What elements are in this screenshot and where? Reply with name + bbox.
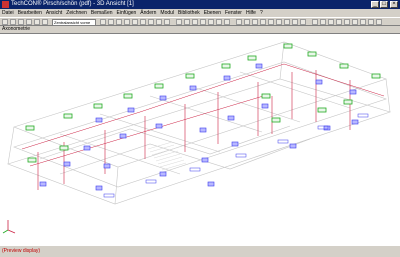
close-button[interactable]: × (390, 1, 398, 8)
extend-icon[interactable] (284, 19, 290, 25)
print-icon[interactable] (26, 19, 32, 25)
toolbar: Zentralansicht vorne (0, 17, 400, 26)
mirror-icon[interactable] (260, 19, 266, 25)
rectangle-icon[interactable] (192, 19, 198, 25)
drawing-canvas[interactable] (0, 33, 400, 245)
copy-icon[interactable] (244, 19, 250, 25)
zoom-in-icon[interactable] (100, 19, 106, 25)
redo-icon[interactable] (42, 19, 48, 25)
help-icon[interactable] (376, 19, 382, 25)
menu-bar: Datei Bearbeiten Ansicht Zeichnen Bemaßen Ein… (0, 9, 400, 17)
valve-icon[interactable] (344, 19, 350, 25)
stairs (147, 141, 187, 171)
menu-item-view[interactable]: Ansicht (44, 9, 64, 17)
title-bar: TechCON® Pirsch/schön (pdf) - 3D Ansicht… (0, 0, 400, 9)
delete-icon[interactable] (300, 19, 306, 25)
minimize-button[interactable]: _ (371, 1, 379, 8)
save-icon[interactable] (18, 19, 24, 25)
settings-icon[interactable] (368, 19, 374, 25)
text-icon[interactable] (216, 19, 222, 25)
fitting-icon[interactable] (336, 19, 342, 25)
building-frame (7, 41, 391, 205)
view-iso-icon[interactable] (164, 19, 170, 25)
layer-icon[interactable] (312, 19, 318, 25)
view-select[interactable]: Zentralansicht vorne (52, 19, 96, 26)
menu-item-modify[interactable]: Ändern (138, 9, 158, 17)
menu-item-layers[interactable]: Ebenen (202, 9, 223, 17)
offset-icon[interactable] (292, 19, 298, 25)
rotate-icon[interactable] (252, 19, 258, 25)
menu-item-library[interactable]: Bibliothek (176, 9, 202, 17)
view-front-icon[interactable] (148, 19, 154, 25)
isometric-drawing (2, 41, 391, 234)
status-bar: (Preview display) (0, 245, 400, 256)
hatch-icon[interactable] (224, 19, 230, 25)
pipe-icon[interactable] (328, 19, 334, 25)
menu-item-insert[interactable]: Einfügen (115, 9, 139, 17)
open-file-icon[interactable] (10, 19, 16, 25)
arc-icon[interactable] (208, 19, 214, 25)
polyline-icon[interactable] (184, 19, 190, 25)
menu-item-edit[interactable]: Bearbeiten (16, 9, 44, 17)
circle-icon[interactable] (200, 19, 206, 25)
zoom-window-icon[interactable] (116, 19, 122, 25)
radiator-icon[interactable] (352, 19, 358, 25)
menu-item-about[interactable]: ? (258, 9, 265, 17)
menu-item-window[interactable]: Fenster (223, 9, 244, 17)
view-label: Axonometrie (2, 26, 31, 32)
window-title: TechCON® Pirsch/schön (pdf) - 3D Ansicht… (11, 1, 134, 7)
axis-icon (2, 220, 16, 234)
view-side-icon[interactable] (156, 19, 162, 25)
pan-icon[interactable] (124, 19, 130, 25)
calculate-icon[interactable] (360, 19, 366, 25)
menu-item-file[interactable]: Datei (0, 9, 16, 17)
undo-icon[interactable] (34, 19, 40, 25)
move-icon[interactable] (236, 19, 242, 25)
new-file-icon[interactable] (2, 19, 8, 25)
view-top-icon[interactable] (140, 19, 146, 25)
maximize-button[interactable]: □ (380, 1, 388, 8)
menu-item-draw[interactable]: Zeichnen (64, 9, 89, 17)
scale-icon[interactable] (268, 19, 274, 25)
menu-item-help[interactable]: Hilfe (244, 9, 258, 17)
zoom-out-icon[interactable] (108, 19, 114, 25)
line-icon[interactable] (176, 19, 182, 25)
trim-icon[interactable] (276, 19, 282, 25)
menu-item-dimension[interactable]: Bemaßen (89, 9, 115, 17)
menu-item-module[interactable]: Modul (158, 9, 176, 17)
redraw-icon[interactable] (132, 19, 138, 25)
properties-icon[interactable] (320, 19, 326, 25)
app-icon (2, 1, 9, 8)
